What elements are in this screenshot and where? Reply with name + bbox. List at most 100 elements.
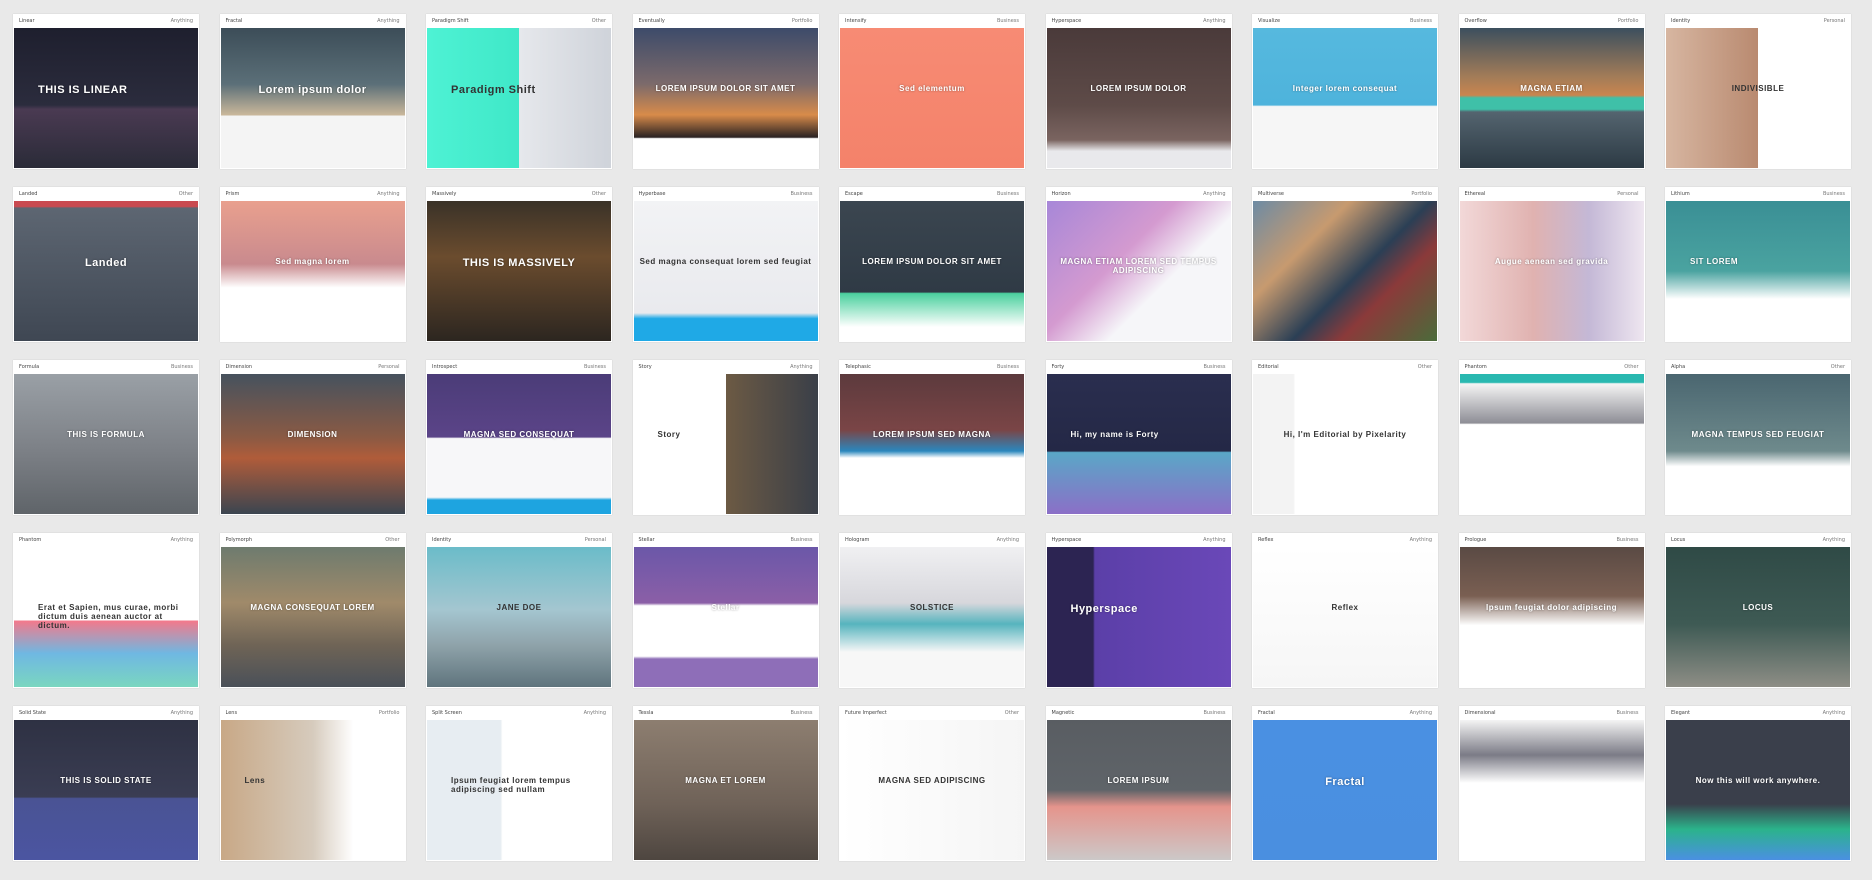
template-thumbnail[interactable]: LOREM IPSUM SED MAGNA	[840, 374, 1024, 514]
template-card[interactable]: Magnetic Business LOREM IPSUM	[1045, 706, 1232, 861]
template-thumbnail[interactable]: MAGNA SED ADIPISCING	[840, 720, 1024, 860]
template-thumbnail[interactable]: LOREM IPSUM DOLOR SIT AMET	[633, 28, 818, 168]
template-thumbnail[interactable]: Lorem ipsum dolor	[220, 28, 405, 168]
template-thumbnail[interactable]: Hi, I'm Editorial by Pixelarity	[1253, 374, 1437, 514]
template-card[interactable]: Fractal Anything Lorem ipsum dolor	[219, 14, 406, 169]
template-card[interactable]: Prism Anything Sed magna lorem	[219, 187, 406, 342]
template-thumbnail[interactable]: LOREM IPSUM DOLOR SIT AMET	[840, 201, 1024, 341]
template-thumbnail[interactable]: MAGNA ETIAM LOREM SED TEMPUS ADIPISCING	[1046, 201, 1231, 341]
template-card[interactable]: Hyperbase Business Sed magna consequat lor…	[632, 187, 819, 342]
template-card[interactable]: Phantom Anything Erat et Sapien, mus curae…	[13, 533, 199, 688]
template-thumbnail[interactable]: Augue aenean sed gravida	[1459, 201, 1644, 341]
template-card[interactable]: Overflow Portfolio MAGNA ETIAM	[1458, 14, 1645, 169]
template-thumbnail[interactable]: LOCUS	[1666, 547, 1850, 687]
card-header: Dimensional Business	[1459, 706, 1645, 720]
template-card[interactable]: Alpha Other MAGNA TEMPUS SED FEUGIAT	[1665, 360, 1851, 515]
template-card[interactable]: Dimensional Business	[1458, 706, 1645, 861]
card-header: Phantom Other	[1459, 360, 1645, 374]
template-thumbnail[interactable]: Stellar	[633, 547, 818, 687]
template-thumbnail[interactable]	[1459, 374, 1644, 514]
template-thumbnail[interactable]	[1253, 201, 1437, 341]
template-card[interactable]: Eventually Portfolio LOREM IPSUM DOLOR SIT…	[632, 14, 819, 169]
template-category: Anything	[1409, 537, 1432, 543]
template-card[interactable]: Ethereal Personal Augue aenean sed gravida	[1458, 187, 1645, 342]
template-card[interactable]: Multiverse Portfolio	[1252, 187, 1438, 342]
template-thumbnail[interactable]: SOLSTICE	[840, 547, 1024, 687]
template-thumbnail[interactable]: INDIVISIBLE	[1666, 28, 1850, 168]
template-card[interactable]: Split Screen Anything Ipsum feugiat lorem …	[426, 706, 612, 861]
template-thumbnail[interactable]: MAGNA ET LOREM	[633, 720, 818, 860]
template-card[interactable]: Massively Other THIS IS MASSIVELY	[426, 187, 612, 342]
template-thumbnail[interactable]: Paradigm Shift	[427, 28, 611, 168]
template-thumbnail[interactable]: MAGNA SED CONSEQUAT	[427, 374, 611, 514]
template-card[interactable]: Prologue Business Ipsum feugiat dolor adip…	[1458, 533, 1645, 688]
card-header: Intensify Business	[839, 14, 1025, 28]
template-thumbnail[interactable]: LOREM IPSUM DOLOR	[1046, 28, 1231, 168]
template-card[interactable]: Solid State Anything THIS IS SOLID STATE	[13, 706, 199, 861]
template-card[interactable]: Forty Business Hi, my name is Forty	[1045, 360, 1232, 515]
template-card[interactable]: Visualize Business Integer lorem consequat	[1252, 14, 1438, 169]
template-thumbnail[interactable]: Lens	[220, 720, 405, 860]
template-card[interactable]: Formula Business THIS IS FORMULA	[13, 360, 199, 515]
template-card[interactable]: Escape Business LOREM IPSUM DOLOR SIT AMET	[839, 187, 1025, 342]
template-thumbnail[interactable]: Integer lorem consequat	[1253, 28, 1437, 168]
template-thumbnail[interactable]: Reflex	[1253, 547, 1437, 687]
thumbnail-headline: LOREM IPSUM DOLOR SIT AMET	[655, 84, 796, 93]
template-card[interactable]: Editorial Other Hi, I'm Editorial by Pixel…	[1252, 360, 1438, 515]
template-card[interactable]: Hyperspace Anything LOREM IPSUM DOLOR	[1045, 14, 1232, 169]
thumbnail-headline: THIS IS LINEAR	[38, 84, 128, 96]
template-card[interactable]: Reflex Anything Reflex	[1252, 533, 1438, 688]
template-thumbnail[interactable]: THIS IS FORMULA	[14, 374, 198, 514]
template-thumbnail[interactable]: MAGNA TEMPUS SED FEUGIAT	[1666, 374, 1850, 514]
template-card[interactable]: Landed Other Landed	[13, 187, 199, 342]
template-thumbnail[interactable]: Story	[633, 374, 818, 514]
template-card[interactable]: Identity Personal JANE DOE	[426, 533, 612, 688]
card-header: Editorial Other	[1252, 360, 1438, 374]
template-thumbnail[interactable]: THIS IS SOLID STATE	[14, 720, 198, 860]
template-thumbnail[interactable]: THIS IS MASSIVELY	[427, 201, 611, 341]
template-thumbnail[interactable]: Erat et Sapien, mus curae, morbi dictum …	[14, 547, 198, 687]
template-category: Personal	[1823, 18, 1845, 24]
template-thumbnail[interactable]: Hi, my name is Forty	[1046, 374, 1231, 514]
template-card[interactable]: Polymorph Other MAGNA CONSEQUAT LOREM	[219, 533, 406, 688]
template-card[interactable]: Dimension Personal DIMENSION	[219, 360, 406, 515]
template-card[interactable]: Locus Anything LOCUS	[1665, 533, 1851, 688]
template-thumbnail[interactable]: MAGNA CONSEQUAT LOREM	[220, 547, 405, 687]
template-thumbnail[interactable]: Sed magna lorem	[220, 201, 405, 341]
template-card[interactable]: Intensify Business Sed elementum	[839, 14, 1025, 169]
thumbnail-headline: LOCUS	[1742, 603, 1774, 612]
template-card[interactable]: Lens Portfolio Lens	[219, 706, 406, 861]
template-thumbnail[interactable]: MAGNA ETIAM	[1459, 28, 1644, 168]
template-thumbnail[interactable]: JANE DOE	[427, 547, 611, 687]
template-card[interactable]: Introspect Business MAGNA SED CONSEQUAT	[426, 360, 612, 515]
template-card[interactable]: Lithium Business SIT LOREM	[1665, 187, 1851, 342]
template-card[interactable]: Horizon Anything MAGNA ETIAM LOREM SED TEM…	[1045, 187, 1232, 342]
template-thumbnail[interactable]: Hyperspace	[1046, 547, 1231, 687]
card-header: Dimension Personal	[220, 360, 406, 374]
template-thumbnail[interactable]: SIT LOREM	[1666, 201, 1850, 341]
template-thumbnail[interactable]: Ipsum feugiat lorem tempus adipiscing se…	[427, 720, 611, 860]
template-thumbnail[interactable]: Landed	[14, 201, 198, 341]
template-card[interactable]: Identity Personal INDIVISIBLE	[1665, 14, 1851, 169]
template-thumbnail[interactable]: THIS IS LINEAR	[14, 28, 198, 168]
template-card[interactable]: Stellar Business Stellar	[632, 533, 819, 688]
template-card[interactable]: Elegant Anything Now this will work anywhe…	[1665, 706, 1851, 861]
template-thumbnail[interactable]: DIMENSION	[220, 374, 405, 514]
template-thumbnail[interactable]: Sed elementum	[840, 28, 1024, 168]
template-card[interactable]: Story Anything Story	[632, 360, 819, 515]
template-card[interactable]: Hologram Anything SOLSTICE	[839, 533, 1025, 688]
template-card[interactable]: Fractal Anything Fractal	[1252, 706, 1438, 861]
template-card[interactable]: Hyperspace Anything Hyperspace	[1045, 533, 1232, 688]
template-thumbnail[interactable]: Fractal	[1253, 720, 1437, 860]
template-card[interactable]: Tessla Business MAGNA ET LOREM	[632, 706, 819, 861]
template-thumbnail[interactable]	[1459, 720, 1644, 860]
template-card[interactable]: Paradigm Shift Other Paradigm Shift	[426, 14, 612, 169]
template-card[interactable]: Phantom Other	[1458, 360, 1645, 515]
template-thumbnail[interactable]: Sed magna consequat lorem sed feugiat	[633, 201, 818, 341]
template-thumbnail[interactable]: Ipsum feugiat dolor adipiscing	[1459, 547, 1644, 687]
template-thumbnail[interactable]: Now this will work anywhere.	[1666, 720, 1850, 860]
template-card[interactable]: Linear Anything THIS IS LINEAR	[13, 14, 199, 169]
template-thumbnail[interactable]: LOREM IPSUM	[1046, 720, 1231, 860]
template-card[interactable]: Telephasic Business LOREM IPSUM SED MAGNA	[839, 360, 1025, 515]
template-card[interactable]: Future Imperfect Other MAGNA SED ADIPISCIN…	[839, 706, 1025, 861]
